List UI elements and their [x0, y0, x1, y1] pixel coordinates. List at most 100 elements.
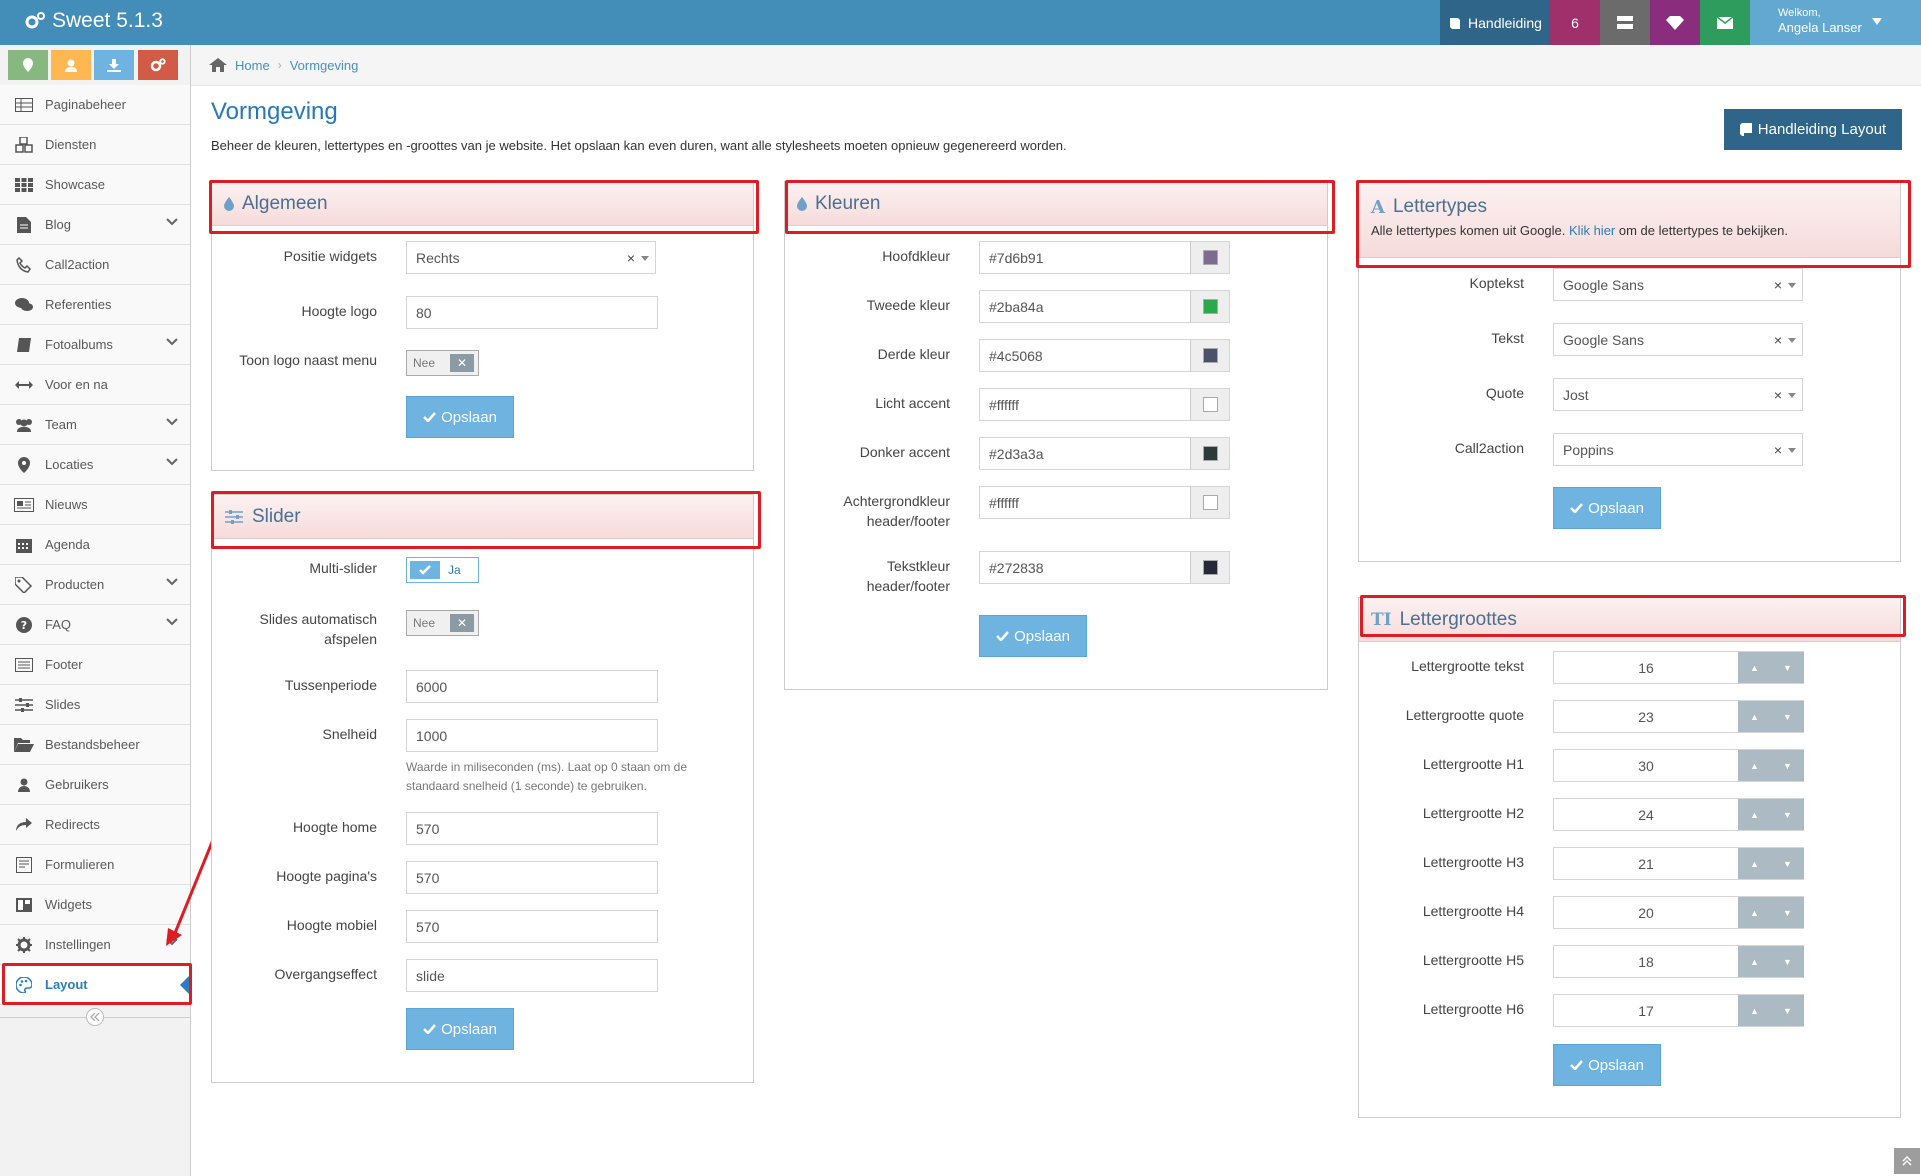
toon-logo-toggle[interactable]: Nee ✕	[406, 350, 479, 376]
clear-icon[interactable]: ×	[1774, 387, 1782, 403]
color-picker-hoofdkleur[interactable]	[1190, 241, 1230, 274]
hoogte-mobiel-input[interactable]: 570	[406, 910, 658, 943]
sidebar-item-paginabeheer[interactable]: Paginabeheer	[0, 85, 190, 125]
tussenperiode-input[interactable]: 6000	[406, 670, 658, 703]
size-spinner-h1[interactable]: 30 ▲ ▼	[1553, 749, 1804, 782]
sidebar-item-blog[interactable]: Blog	[0, 205, 190, 245]
color-picker-achtergrond[interactable]	[1190, 486, 1230, 519]
font-select-koptekst[interactable]: Google Sans ×	[1553, 268, 1803, 301]
shortcut-user[interactable]	[51, 50, 91, 80]
kleur-input-derde[interactable]: #4c5068	[979, 339, 1191, 372]
multi-slider-toggle[interactable]: Ja	[406, 557, 479, 583]
sidebar-item-slides[interactable]: Slides	[0, 685, 190, 725]
sidebar-collapse-button[interactable]	[86, 1008, 104, 1026]
decrement-button[interactable]: ▼	[1771, 652, 1804, 683]
sidebar-item-bestandsbeheer[interactable]: Bestandsbeheer	[0, 725, 190, 765]
sidebar-item-fotoalbums[interactable]: Fotoalbums	[0, 325, 190, 365]
lettergroottes-save-button[interactable]: Opslaan	[1553, 1044, 1661, 1086]
sidebar-item-gebruikers[interactable]: Gebruikers	[0, 765, 190, 805]
decrement-button[interactable]: ▼	[1771, 897, 1804, 928]
sidebar-item-nieuws[interactable]: Nieuws	[0, 485, 190, 525]
increment-button[interactable]: ▲	[1738, 995, 1771, 1026]
kleur-input-tweede[interactable]: #2ba84a	[979, 290, 1191, 323]
lettertypes-save-button[interactable]: Opslaan	[1553, 487, 1661, 529]
font-select-tekst[interactable]: Google Sans ×	[1553, 323, 1803, 356]
increment-button[interactable]: ▲	[1738, 799, 1771, 830]
color-picker-donker-accent[interactable]	[1190, 437, 1230, 470]
mail-button[interactable]	[1700, 0, 1750, 45]
handleiding-layout-button[interactable]: Handleiding Layout	[1724, 109, 1902, 150]
size-spinner-h5[interactable]: 18 ▲ ▼	[1553, 945, 1804, 978]
breadcrumb-home[interactable]: Home	[235, 58, 270, 73]
caret-down-icon[interactable]	[1788, 448, 1796, 453]
color-picker-tweede[interactable]	[1190, 290, 1230, 323]
sidebar-item-locaties[interactable]: Locaties	[0, 445, 190, 485]
decrement-button[interactable]: ▼	[1771, 750, 1804, 781]
shortcut-location[interactable]	[8, 50, 48, 80]
font-select-quote[interactable]: Jost ×	[1553, 378, 1803, 411]
clear-icon[interactable]: ×	[1774, 332, 1782, 348]
slider-save-button[interactable]: Opslaan	[406, 1008, 514, 1050]
size-spinner-h3[interactable]: 21 ▲ ▼	[1553, 847, 1804, 880]
sidebar-item-faq[interactable]: ? FAQ	[0, 605, 190, 645]
kleur-input-achtergrond[interactable]: #ffffff	[979, 486, 1191, 519]
algemeen-save-button[interactable]: Opslaan	[406, 396, 514, 438]
sidebar-item-team[interactable]: Team	[0, 405, 190, 445]
size-spinner-quote[interactable]: 23 ▲ ▼	[1553, 700, 1804, 733]
sidebar-item-voor-en-na[interactable]: Voor en na	[0, 365, 190, 405]
scroll-to-top-button[interactable]	[1894, 1148, 1920, 1174]
decrement-button[interactable]: ▼	[1771, 848, 1804, 879]
kleuren-save-button[interactable]: Opslaan	[979, 615, 1087, 657]
snelheid-input[interactable]: 1000	[406, 719, 658, 752]
hoogte-paginas-input[interactable]: 570	[406, 861, 658, 894]
sidebar-item-call2action[interactable]: Call2action	[0, 245, 190, 285]
sidebar-item-diensten[interactable]: Diensten	[0, 125, 190, 165]
size-spinner-h6[interactable]: 17 ▲ ▼	[1553, 994, 1804, 1027]
size-spinner-h4[interactable]: 20 ▲ ▼	[1553, 896, 1804, 929]
color-picker-derde[interactable]	[1190, 339, 1230, 372]
font-select-call2action[interactable]: Poppins ×	[1553, 433, 1803, 466]
increment-button[interactable]: ▲	[1738, 848, 1771, 879]
diamond-button[interactable]	[1650, 0, 1700, 45]
server-button[interactable]	[1600, 0, 1650, 45]
clear-icon[interactable]: ×	[1774, 442, 1782, 458]
brand-logo[interactable]: Sweet 5.1.3	[24, 9, 163, 33]
sidebar-item-producten[interactable]: Producten	[0, 565, 190, 605]
notifications-badge[interactable]: 6	[1550, 0, 1600, 45]
auto-play-toggle[interactable]: Nee ✕	[406, 610, 479, 636]
hoogte-logo-input[interactable]: 80	[406, 296, 658, 329]
decrement-button[interactable]: ▼	[1771, 701, 1804, 732]
kleur-input-hoofdkleur[interactable]: #7d6b91	[979, 241, 1191, 274]
sidebar-item-footer[interactable]: Footer	[0, 645, 190, 685]
color-picker-licht-accent[interactable]	[1190, 388, 1230, 421]
decrement-button[interactable]: ▼	[1771, 946, 1804, 977]
increment-button[interactable]: ▲	[1738, 897, 1771, 928]
caret-down-icon[interactable]	[1788, 283, 1796, 288]
size-spinner-h2[interactable]: 24 ▲ ▼	[1553, 798, 1804, 831]
caret-down-icon[interactable]	[1788, 338, 1796, 343]
overgangseffect-input[interactable]: slide	[406, 959, 658, 992]
hoogte-home-input[interactable]: 570	[406, 812, 658, 845]
sidebar-item-agenda[interactable]: Agenda	[0, 525, 190, 565]
color-picker-tekstkleur[interactable]	[1190, 551, 1230, 584]
positie-widgets-select[interactable]: Rechts ×	[406, 241, 656, 274]
sidebar-item-showcase[interactable]: Showcase	[0, 165, 190, 205]
caret-down-icon[interactable]	[641, 256, 649, 261]
clear-icon[interactable]: ×	[1774, 277, 1782, 293]
decrement-button[interactable]: ▼	[1771, 995, 1804, 1026]
decrement-button[interactable]: ▼	[1771, 799, 1804, 830]
kleur-input-tekstkleur[interactable]: #272838	[979, 551, 1191, 584]
shortcut-settings[interactable]	[138, 50, 178, 80]
sidebar-item-referenties[interactable]: Referenties	[0, 285, 190, 325]
user-menu[interactable]: Welkom, Angela Lanser	[1750, 0, 1921, 45]
caret-down-icon[interactable]	[1788, 393, 1796, 398]
kleur-input-donker-accent[interactable]: #2d3a3a	[979, 437, 1191, 470]
increment-button[interactable]: ▲	[1738, 652, 1771, 683]
increment-button[interactable]: ▲	[1738, 946, 1771, 977]
increment-button[interactable]: ▲	[1738, 701, 1771, 732]
size-spinner-tekst[interactable]: 16 ▲ ▼	[1553, 651, 1804, 684]
increment-button[interactable]: ▲	[1738, 750, 1771, 781]
shortcut-download[interactable]	[94, 50, 134, 80]
kleur-input-licht-accent[interactable]: #ffffff	[979, 388, 1191, 421]
clear-icon[interactable]: ×	[627, 250, 635, 266]
